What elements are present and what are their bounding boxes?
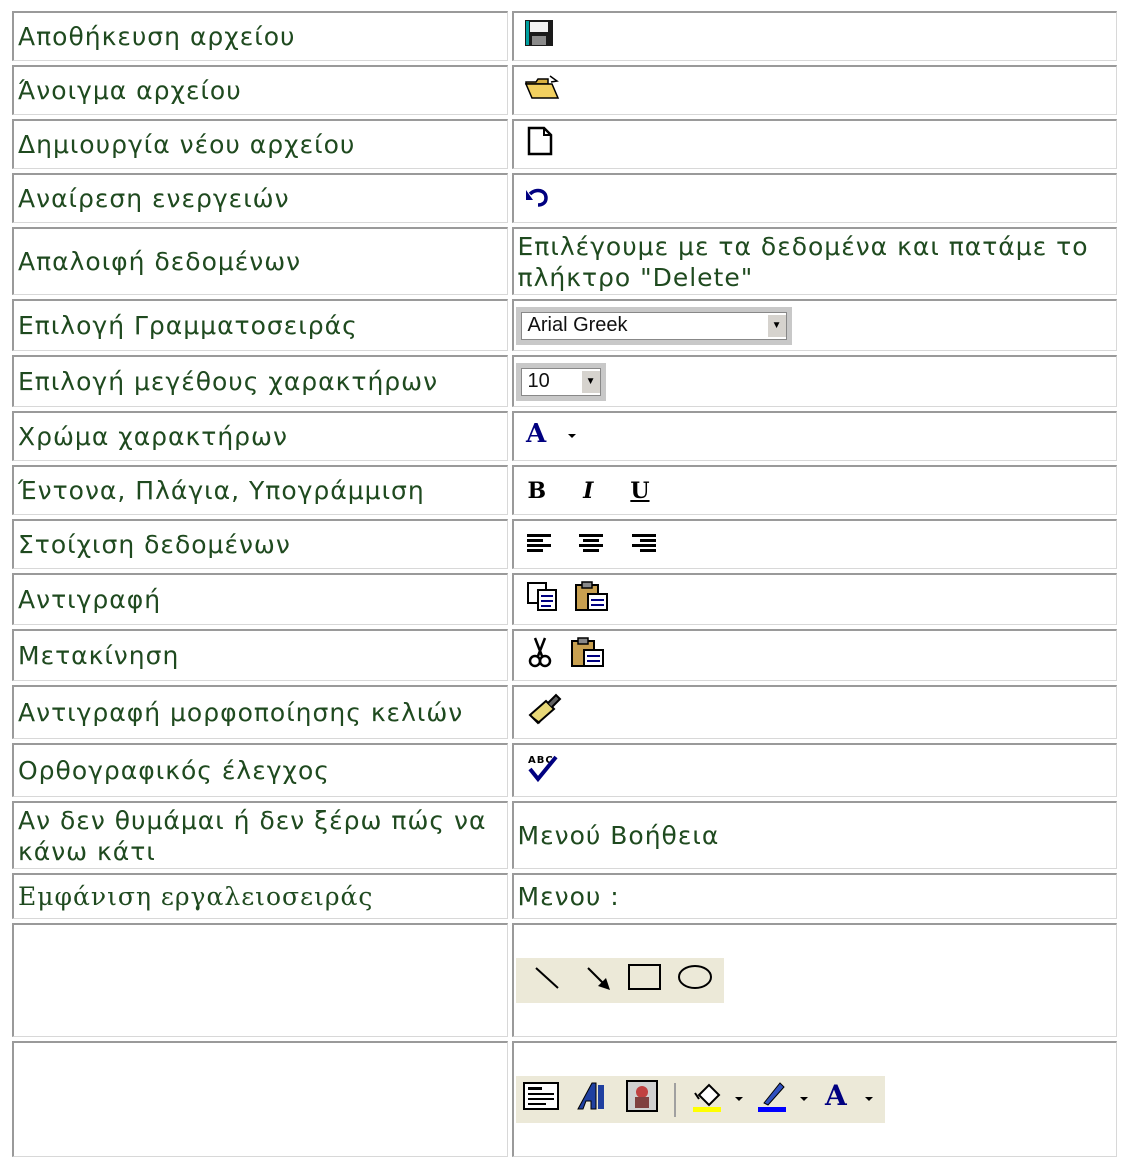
format-painter-icon	[526, 693, 562, 732]
row-value	[511, 119, 1117, 169]
font-select[interactable]: Arial Greek ▼	[515, 306, 792, 345]
row-value: A	[511, 1041, 1117, 1157]
table-row: Αντιγραφή μορφοποίησης κελιών	[12, 685, 1117, 739]
font-select-value: Arial Greek	[527, 314, 628, 336]
table-row: Ορθογραφικός έλεγχος ABC	[12, 743, 1117, 797]
font-color-glyph: A	[824, 1079, 848, 1112]
font-color-icon[interactable]: A	[821, 1079, 879, 1120]
table-row: A	[12, 1041, 1117, 1157]
undo-icon	[524, 184, 552, 215]
row-value	[511, 173, 1117, 223]
row-label: Αναίρεση ενεργειών	[12, 173, 508, 223]
align-left-icon	[526, 530, 552, 561]
table-row: Μετακίνηση	[12, 629, 1117, 681]
row-label: Εμφάνιση εργαλειοσειράς	[12, 873, 508, 919]
row-label	[12, 1041, 508, 1157]
row-value: A	[511, 411, 1117, 461]
row-value	[511, 11, 1117, 61]
table-row: Έντονα, Πλάγια, Υπογράμμιση B I U	[12, 465, 1117, 515]
toolbar-separator	[674, 1082, 677, 1117]
row-value	[511, 685, 1117, 739]
line-icon[interactable]	[532, 962, 562, 999]
rectangle-icon[interactable]	[627, 962, 663, 999]
row-value	[511, 519, 1117, 569]
align-center-icon	[578, 530, 604, 561]
chevron-down-icon: ▼	[580, 370, 600, 393]
row-label: Μετακίνηση	[12, 629, 508, 681]
wordart-icon[interactable]	[574, 1079, 608, 1120]
table-row: Αποθήκευση αρχείου	[12, 11, 1117, 61]
copy-icon	[526, 581, 560, 618]
table-row: Απαλοιφή δεδομένων Επιλέγουμε με τα δεδο…	[12, 227, 1117, 295]
cut-icon	[528, 636, 552, 675]
font-size-select[interactable]: 10 ▼	[515, 362, 606, 401]
row-value	[511, 923, 1117, 1037]
line-color-icon[interactable]	[756, 1079, 812, 1120]
bold-icon: B	[527, 478, 547, 504]
table-row: Επιλογή Γραμματοσειράς Arial Greek ▼	[12, 299, 1117, 351]
row-label	[12, 923, 508, 1037]
table-row: Χρώμα χαρακτήρων A	[12, 411, 1117, 461]
table-row: Εμφάνιση εργαλειοσειράς Μενου :	[12, 873, 1117, 919]
row-label: Αν δεν θυμάμαι ή δεν ξέρω πώς να κάνω κά…	[12, 801, 508, 869]
paste-icon	[574, 580, 610, 619]
arrow-icon[interactable]	[584, 962, 614, 999]
clip-art-icon[interactable]	[625, 1079, 659, 1120]
row-value: Arial Greek ▼	[511, 299, 1117, 351]
row-value	[511, 65, 1117, 115]
row-value: Μενου :	[511, 873, 1117, 919]
font-color-icon: A	[524, 419, 584, 453]
row-label: Αντιγραφή μορφοποίησης κελιών	[12, 685, 508, 739]
paste-icon	[570, 636, 606, 675]
italic-icon: I	[583, 478, 594, 504]
table-row: Αντιγραφή	[12, 573, 1117, 625]
save-icon	[524, 19, 554, 54]
fill-color-icon[interactable]	[691, 1079, 747, 1120]
row-value: Μενού Βοήθεια	[511, 801, 1117, 869]
row-value: 10 ▼	[511, 355, 1117, 407]
table-row: Δημιουργία νέου αρχείου	[12, 119, 1117, 169]
table-row: Αν δεν θυμάμαι ή δεν ξέρω πώς να κάνω κά…	[12, 801, 1117, 869]
toolbar-reference-table: Αποθήκευση αρχείου Άνοιγμα αρχείου Δημιο…	[8, 7, 1121, 1161]
row-label: Επιλογή Γραμματοσειράς	[12, 299, 508, 351]
row-label: Στοίχιση δεδομένων	[12, 519, 508, 569]
open-folder-icon	[524, 74, 560, 107]
chevron-down-icon: ▼	[766, 314, 786, 337]
table-row: Στοίχιση δεδομένων	[12, 519, 1117, 569]
drawing-toolbar-2: A	[515, 1076, 886, 1123]
table-row: Αναίρεση ενεργειών	[12, 173, 1117, 223]
row-label: Αντιγραφή	[12, 573, 508, 625]
row-label: Ορθογραφικός έλεγχος	[12, 743, 508, 797]
row-label: Απαλοιφή δεδομένων	[12, 227, 508, 295]
spellcheck-icon: ABC	[526, 751, 562, 790]
row-label: Χρώμα χαρακτήρων	[12, 411, 508, 461]
row-label: Αποθήκευση αρχείου	[12, 11, 508, 61]
row-value: B I U	[511, 465, 1117, 515]
text-box-icon[interactable]	[522, 1079, 566, 1120]
table-row: Άνοιγμα αρχείου	[12, 65, 1117, 115]
row-value	[511, 573, 1117, 625]
table-row: Επιλογή μεγέθους χαρακτήρων 10 ▼	[12, 355, 1117, 407]
row-label: Δημιουργία νέου αρχείου	[12, 119, 508, 169]
font-size-value: 10	[527, 370, 550, 392]
row-label: Επιλογή μεγέθους χαρακτήρων	[12, 355, 508, 407]
row-value	[511, 629, 1117, 681]
underline-icon: U	[630, 478, 650, 504]
row-label: Άνοιγμα αρχείου	[12, 65, 508, 115]
table-row	[12, 923, 1117, 1037]
new-document-icon	[526, 126, 554, 163]
svg-text:A: A	[525, 420, 547, 446]
row-label: Έντονα, Πλάγια, Υπογράμμιση	[12, 465, 508, 515]
oval-icon[interactable]	[676, 962, 714, 999]
drawing-toolbar	[515, 958, 725, 1003]
align-right-icon	[631, 530, 657, 561]
row-value: Επιλέγουμε με τα δεδομένα και πατάμε το …	[511, 227, 1117, 295]
row-value: ABC	[511, 743, 1117, 797]
